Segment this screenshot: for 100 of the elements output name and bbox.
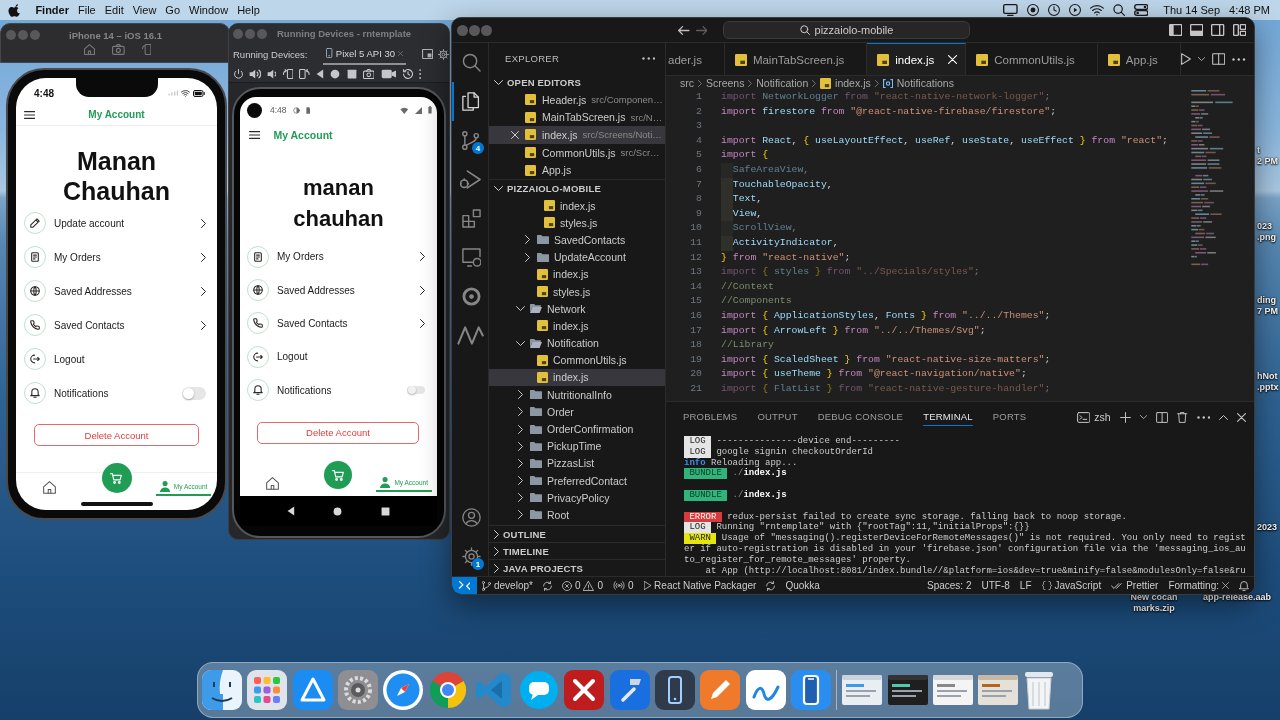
window-thumbnail[interactable] bbox=[887, 675, 928, 705]
tree-item[interactable]: Network bbox=[489, 300, 665, 318]
menu-item[interactable]: Update account bbox=[54, 217, 193, 229]
file-name-label[interactable]: 2023 bbox=[1257, 522, 1278, 533]
device-tile-icon[interactable] bbox=[790, 670, 831, 710]
close-icon[interactable] bbox=[510, 131, 519, 139]
section-header[interactable]: TIMELINE bbox=[489, 542, 665, 559]
window-icon[interactable] bbox=[422, 49, 434, 59]
history-icon[interactable] bbox=[402, 68, 413, 79]
rotate-right-icon[interactable] bbox=[299, 68, 310, 79]
tree-item[interactable]: Root bbox=[489, 506, 665, 524]
menu-item[interactable]: Saved Addresses bbox=[277, 284, 412, 296]
triangle-tile-icon[interactable] bbox=[292, 670, 333, 710]
tree-item[interactable]: PizzasList bbox=[489, 454, 665, 472]
language-button[interactable]: JavaScript bbox=[1036, 577, 1107, 594]
home-icon[interactable] bbox=[83, 44, 95, 55]
cart-button[interactable] bbox=[324, 461, 353, 489]
breadcrumb[interactable]: src bbox=[680, 77, 694, 89]
menu-item[interactable]: File bbox=[78, 4, 96, 16]
quokka-button[interactable]: Quokka bbox=[780, 577, 825, 594]
panel-tab[interactable]: OUTPUT bbox=[757, 408, 798, 426]
monitor-icon[interactable] bbox=[1002, 4, 1018, 16]
circle-icon[interactable] bbox=[330, 68, 341, 79]
chevron-down-icon[interactable] bbox=[1139, 415, 1147, 419]
file-name-label[interactable]: ding bbox=[1257, 295, 1276, 306]
cross-tile-icon[interactable] bbox=[564, 670, 605, 710]
close-icon[interactable] bbox=[1237, 412, 1246, 422]
back-icon[interactable] bbox=[316, 68, 324, 79]
breadcrumb[interactable]: Notifications bbox=[882, 77, 954, 89]
back-icon[interactable] bbox=[287, 506, 295, 516]
menu-item[interactable]: My Orders bbox=[277, 251, 412, 263]
menu-item[interactable]: Go bbox=[165, 4, 181, 16]
file-name-label[interactable]: hNot bbox=[1257, 371, 1278, 382]
window-thumbnail[interactable] bbox=[842, 675, 883, 705]
indentation-button[interactable]: Spaces: 2 bbox=[922, 577, 977, 594]
camera-icon[interactable] bbox=[362, 68, 375, 79]
square-icon[interactable] bbox=[346, 68, 357, 79]
record-icon[interactable] bbox=[1026, 4, 1039, 16]
more-icon[interactable] bbox=[1196, 415, 1210, 419]
menu-item[interactable]: Notifications bbox=[54, 387, 174, 399]
open-editor-item[interactable]: Header.js src/Componen… bbox=[489, 91, 665, 109]
tree-item[interactable]: index.js bbox=[489, 265, 665, 283]
delete-account-button[interactable]: Delete Account bbox=[257, 421, 419, 444]
menu-item[interactable]: My Orders bbox=[54, 251, 193, 263]
tree-item[interactable]: styles.js bbox=[489, 214, 665, 232]
volume-up-icon[interactable] bbox=[249, 68, 261, 79]
menu-bar-date[interactable]: Thu 14 Sep bbox=[1163, 4, 1221, 16]
panel-tab[interactable]: DEBUG CONSOLE bbox=[817, 408, 904, 426]
tree-item[interactable]: SavedContacts bbox=[489, 231, 665, 249]
sidebar-right-icon[interactable] bbox=[1211, 24, 1225, 36]
more-icon[interactable] bbox=[1232, 57, 1246, 61]
tree-item[interactable]: PrivacyPolicy bbox=[489, 489, 665, 507]
menu-item[interactable]: Edit bbox=[104, 4, 124, 16]
search-icon[interactable] bbox=[1112, 4, 1125, 16]
minimize-button[interactable] bbox=[469, 24, 480, 36]
tree-item[interactable]: PickupTime bbox=[489, 437, 665, 455]
ports-button[interactable]: 0 bbox=[608, 577, 639, 594]
hammer-icon[interactable] bbox=[609, 670, 650, 710]
panel-tab[interactable]: PROBLEMS bbox=[683, 408, 738, 426]
problems-button[interactable]: 0 0 bbox=[556, 577, 609, 594]
tree-item[interactable]: Notification bbox=[489, 334, 665, 352]
rotate-icon[interactable] bbox=[141, 44, 152, 55]
segmented-circle-icon[interactable] bbox=[428, 670, 469, 710]
packager-button[interactable]: React Native Packager bbox=[638, 577, 762, 594]
line-ending-button[interactable]: LF bbox=[1014, 577, 1037, 594]
menu-item[interactable]: Help bbox=[237, 4, 260, 16]
panel-tab[interactable]: TERMINAL bbox=[923, 408, 973, 426]
notifications-toggle[interactable] bbox=[407, 386, 425, 395]
layout-icon[interactable] bbox=[1232, 24, 1246, 36]
chevron-down-icon[interactable] bbox=[1197, 57, 1205, 61]
file-name-label[interactable]: .pptx bbox=[1257, 381, 1279, 392]
editor-tab[interactable]: ader.js bbox=[666, 43, 725, 75]
settings-button[interactable]: 1 bbox=[452, 537, 488, 576]
formatter-button[interactable]: Prettier bbox=[1106, 577, 1164, 594]
cart-button[interactable] bbox=[101, 463, 132, 493]
play-circle-icon[interactable] bbox=[1068, 4, 1081, 16]
section-header[interactable]: OUTLINE bbox=[489, 525, 665, 542]
section-header[interactable]: PIZZAIOLO-MOBILE bbox=[489, 178, 665, 197]
sidebar-left-icon[interactable] bbox=[1168, 24, 1182, 36]
tree-item[interactable]: Order bbox=[489, 403, 665, 421]
menu-item[interactable]: Window bbox=[189, 4, 229, 16]
arrow-right-icon[interactable] bbox=[695, 25, 708, 35]
editor-tab[interactable]: index.js bbox=[867, 43, 967, 75]
menu-item[interactable]: Finder bbox=[35, 4, 69, 16]
file-name-label[interactable]: app-release.aab bbox=[1202, 592, 1271, 603]
command-center-button[interactable]: pizzaiolo-mobile bbox=[723, 21, 970, 39]
tree-item[interactable]: CommonUtils.js bbox=[489, 351, 665, 369]
face-icon[interactable] bbox=[202, 670, 242, 710]
window-thumbnail[interactable] bbox=[978, 675, 1019, 705]
zoom-button[interactable] bbox=[481, 24, 492, 36]
section-header[interactable]: OPEN EDITORS bbox=[489, 73, 665, 91]
square-icon[interactable] bbox=[380, 506, 390, 516]
breadcrumb[interactable]: Screens bbox=[705, 77, 745, 89]
file-name-label[interactable]: 7 PM bbox=[1257, 305, 1278, 316]
chevron-up-icon[interactable] bbox=[1219, 414, 1228, 420]
breadcrumb[interactable]: index.js bbox=[820, 77, 871, 89]
terminal-shell-button[interactable]: zsh bbox=[1076, 411, 1111, 423]
trash-icon[interactable] bbox=[1023, 670, 1054, 710]
clock-icon[interactable] bbox=[1047, 4, 1060, 16]
formatting-button[interactable]: Formatting: bbox=[1163, 577, 1234, 594]
